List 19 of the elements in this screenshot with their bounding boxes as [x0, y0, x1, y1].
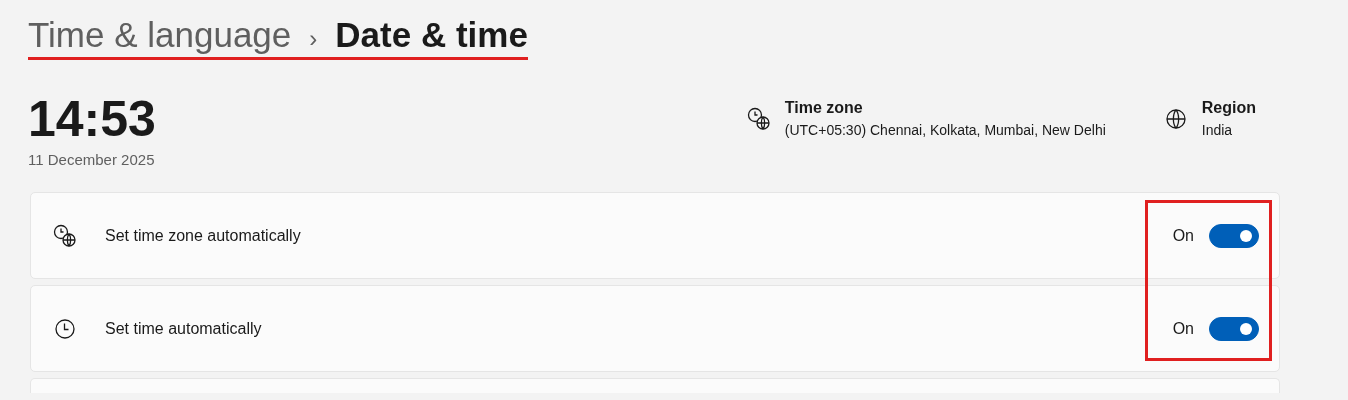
setting-label: Set time zone automatically — [105, 226, 301, 245]
setting-label: Set time automatically — [105, 319, 262, 338]
current-time: 14:53 — [28, 93, 156, 145]
page-title: Date & time — [335, 14, 528, 56]
breadcrumb-link[interactable]: Time & language — [28, 12, 292, 58]
toggle-state: On — [1172, 319, 1194, 338]
current-date: 11 December 2025 — [28, 151, 156, 168]
clock-icon — [53, 316, 77, 341]
info-value: (UTC+05:30) Chennai, Kolkata, Mumbai, New Delhi — [784, 122, 1106, 138]
info-title: Region — [1201, 98, 1256, 118]
globe-icon — [1163, 107, 1188, 131]
chevron-icon: › — [305, 25, 322, 53]
toggle-switch[interactable] — [1209, 223, 1259, 248]
info-value: India — [1201, 122, 1234, 138]
toggle-state: On — [1172, 226, 1194, 245]
info-title: Time zone — [784, 98, 864, 118]
clock-globe-icon — [746, 107, 771, 131]
toggle-switch[interactable] — [1209, 316, 1259, 341]
clock-globe-icon — [53, 223, 77, 248]
